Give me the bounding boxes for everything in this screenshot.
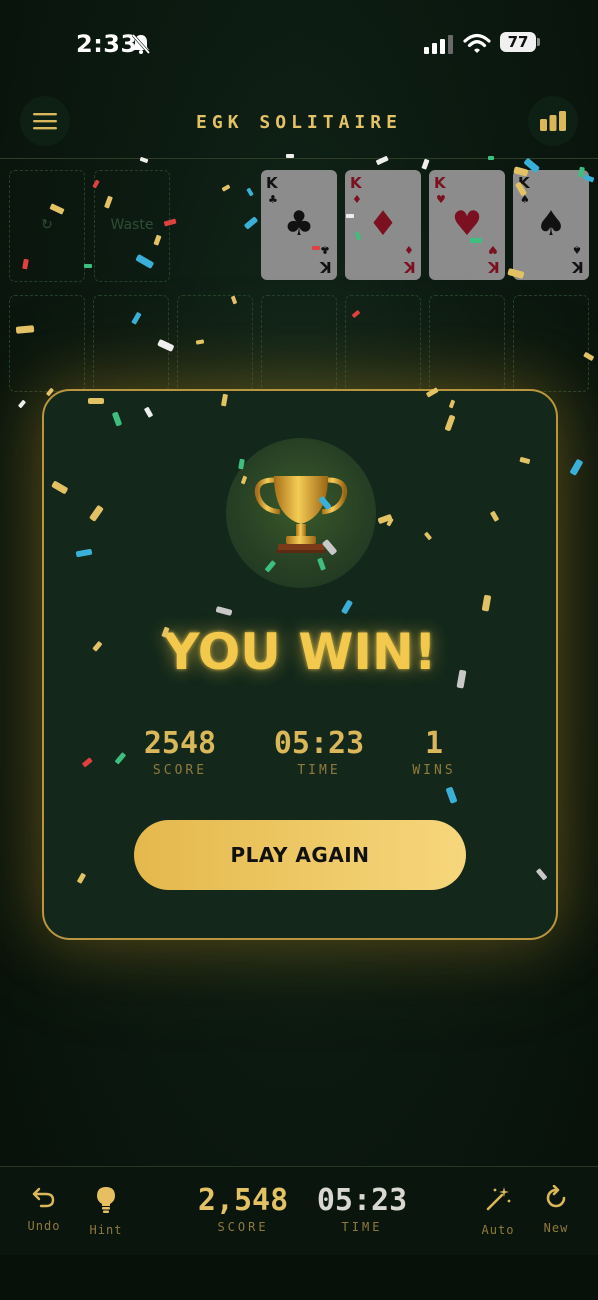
- hint-button[interactable]: Hint: [76, 1185, 136, 1237]
- tableau-slot[interactable]: [93, 295, 169, 392]
- battery-level: 77: [507, 33, 529, 51]
- foundation-card-clubs[interactable]: K ♣ ♣ ♣ K: [261, 170, 337, 280]
- time-label: TIME: [297, 763, 341, 778]
- card-rank: K: [572, 258, 584, 276]
- lightbulb-icon: [97, 1187, 115, 1213]
- toolbar-score-label: SCORE: [217, 1220, 269, 1234]
- heart-icon: ♥: [488, 243, 498, 256]
- magic-wand-icon: [486, 1187, 511, 1211]
- toolbar-score-value: 2,548: [197, 1183, 289, 1218]
- card-rank: K: [518, 174, 530, 192]
- wins-value: 1: [424, 726, 444, 761]
- recycle-icon: ↻: [41, 217, 53, 233]
- new-game-button[interactable]: New: [526, 1184, 586, 1235]
- score-label: SCORE: [152, 763, 208, 778]
- battery-indicator: 77: [500, 32, 540, 54]
- foundation-card-spades[interactable]: K ♠ ♠ ♠ K: [513, 170, 589, 280]
- diamond-icon: ♦: [404, 243, 414, 256]
- spade-icon: ♠: [535, 204, 567, 244]
- tableau-slot[interactable]: [9, 295, 85, 392]
- card-rank: K: [404, 258, 416, 276]
- tableau-slot[interactable]: [429, 295, 505, 392]
- toolbar-time: 05:23 TIME: [312, 1183, 412, 1234]
- foundation-card-diamonds[interactable]: K ♦ ♦ ♦ K: [345, 170, 421, 280]
- waste-label: Waste: [110, 217, 154, 233]
- bottom-toolbar: Undo Hint 2,548 SCORE 05:23 TIME Auto Ne…: [0, 1166, 598, 1255]
- status-time: 2:33: [76, 30, 138, 58]
- time-stat: 05:23 TIME: [264, 726, 374, 778]
- hint-label: Hint: [89, 1223, 123, 1237]
- tableau-slot[interactable]: [513, 295, 589, 392]
- wins-stat: 1 WINS: [394, 726, 474, 778]
- time-value: 05:23: [273, 726, 365, 761]
- signal-icon: [424, 35, 453, 54]
- tableau-slot[interactable]: [261, 295, 337, 392]
- waste-pile[interactable]: Waste: [94, 170, 170, 282]
- win-title: YOU WIN!: [163, 623, 437, 681]
- undo-icon: [32, 1187, 55, 1208]
- foundation-card-hearts[interactable]: K ♥ ♥ ♥ K: [429, 170, 505, 280]
- score-stat: 2548 SCORE: [130, 726, 230, 778]
- status-bar: 2:33 77: [0, 0, 598, 90]
- home-indicator-area: [0, 1255, 598, 1300]
- trophy-badge: [226, 438, 376, 588]
- stock-pile[interactable]: ↻: [9, 170, 85, 282]
- trophy-icon: [254, 476, 348, 553]
- stats-button[interactable]: [528, 96, 578, 146]
- wifi-icon: [463, 33, 491, 53]
- card-rank: K: [350, 174, 362, 192]
- diamond-icon: ♦: [367, 204, 399, 244]
- card-rank: K: [434, 174, 446, 192]
- club-icon: ♣: [320, 243, 330, 256]
- heart-icon: ♥: [451, 204, 483, 244]
- top-bar: EGK SOLITAIRE: [0, 92, 598, 159]
- bar-chart-icon: [540, 111, 566, 131]
- new-label: New: [543, 1221, 569, 1235]
- toolbar-time-value: 05:23: [316, 1183, 408, 1218]
- auto-label: Auto: [481, 1223, 515, 1237]
- undo-label: Undo: [27, 1219, 61, 1233]
- wins-label: WINS: [412, 763, 456, 778]
- toolbar-score: 2,548 SCORE: [193, 1183, 293, 1234]
- tableau-slot[interactable]: [177, 295, 253, 392]
- undo-button[interactable]: Undo: [14, 1185, 74, 1233]
- toolbar-time-label: TIME: [341, 1220, 383, 1234]
- app-title: EGK SOLITAIRE: [196, 112, 402, 133]
- card-rank: K: [488, 258, 500, 276]
- win-dialog: YOU WIN! 2548 SCORE 05:23 TIME 1 WINS PL…: [42, 389, 558, 940]
- auto-button[interactable]: Auto: [468, 1185, 528, 1237]
- refresh-icon: [546, 1184, 566, 1208]
- bell-slash-icon: [131, 34, 151, 54]
- play-again-button[interactable]: PLAY AGAIN: [134, 820, 466, 890]
- spade-icon: ♠: [572, 243, 582, 256]
- card-rank: K: [320, 258, 332, 276]
- club-icon: ♣: [283, 204, 315, 244]
- card-rank: K: [266, 174, 278, 192]
- score-value: 2548: [143, 726, 217, 761]
- tableau-slot[interactable]: [345, 295, 421, 392]
